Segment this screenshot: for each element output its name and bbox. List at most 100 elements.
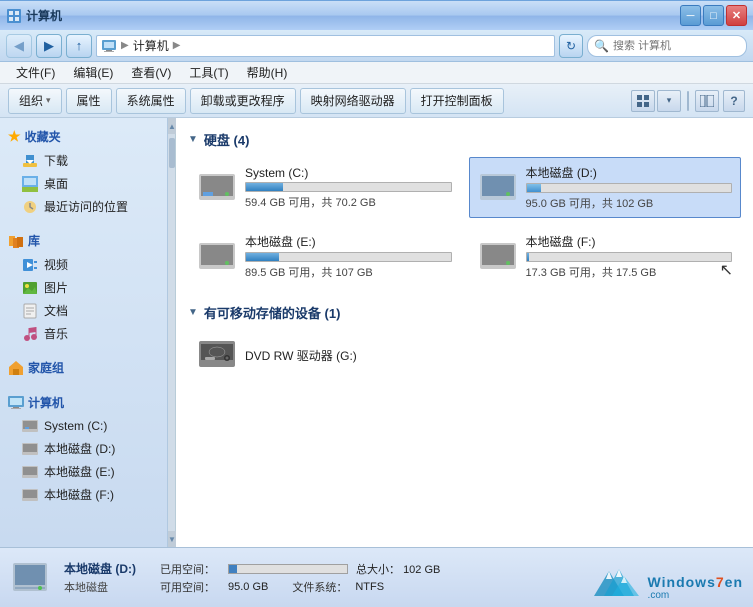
view-arrow-button[interactable]: ▾ xyxy=(657,90,681,112)
drive-c-sidebar-icon xyxy=(22,418,38,434)
window-icon xyxy=(6,8,22,24)
status-info: 本地磁盘 (D:) 本地磁盘 xyxy=(64,560,136,595)
back-icon: ◀ xyxy=(14,38,24,54)
drive-e-bar-container xyxy=(245,252,452,262)
up-icon: ↑ xyxy=(76,38,83,53)
sidebar-item-c[interactable]: System (C:) xyxy=(0,415,167,437)
scroll-thumb[interactable] xyxy=(169,138,175,168)
drive-e-size: 89.5 GB 可用，共 107 GB xyxy=(245,264,452,280)
menu-tools[interactable]: 工具(T) xyxy=(181,62,236,83)
drive-d-info: 本地磁盘 (D:) 95.0 GB 可用，共 102 GB xyxy=(526,164,733,211)
drive-f-size: 17.3 GB 可用，共 17.5 GB xyxy=(526,264,733,280)
uninstall-button[interactable]: 卸载或更改程序 xyxy=(190,88,296,114)
view-mode-button[interactable] xyxy=(631,90,655,112)
drives-collapse-arrow[interactable]: ▼ xyxy=(188,134,198,145)
drive-c-item[interactable]: System (C:) 59.4 GB 可用，共 70.2 GB xyxy=(188,157,461,218)
window-title: 计算机 xyxy=(26,7,62,24)
organize-button[interactable]: 组织 ▾ xyxy=(8,88,62,114)
computer-header[interactable]: 计算机 xyxy=(0,390,167,415)
removable-collapse-arrow[interactable]: ▼ xyxy=(188,307,198,318)
homegroup-header[interactable]: 家庭组 xyxy=(0,355,167,380)
drive-e-item[interactable]: 本地磁盘 (E:) 89.5 GB 可用，共 107 GB xyxy=(188,226,461,287)
drive-d-item[interactable]: 本地磁盘 (D:) 95.0 GB 可用，共 102 GB xyxy=(469,157,742,218)
status-free-value: 95.0 GB xyxy=(228,581,268,593)
status-bar-fill xyxy=(229,565,237,573)
help-button[interactable]: ? xyxy=(723,90,745,112)
status-free-row: 可用空间： 95.0 GB 文件系统： NTFS xyxy=(160,579,440,595)
drive-d-sidebar-icon xyxy=(22,441,38,457)
sidebar-item-picture[interactable]: 图片 xyxy=(0,276,167,299)
back-button[interactable]: ◀ xyxy=(6,34,32,58)
drive-f-bar xyxy=(527,253,529,261)
library-icon xyxy=(8,233,24,249)
status-used-row: 已用空间： 总大小： 102 GB xyxy=(160,561,440,577)
status-free-label: 可用空间： xyxy=(160,579,220,595)
forward-button[interactable]: ▶ xyxy=(36,34,62,58)
removable-header: ▼ 有可移动存储的设备 (1) xyxy=(188,303,741,322)
menu-help[interactable]: 帮助(H) xyxy=(239,62,296,83)
address-path[interactable]: ▶ 计算机 ▶ xyxy=(96,35,555,57)
dvd-drive-item[interactable]: DVD RW 驱动器 (G:) xyxy=(188,330,741,380)
dvd-drive-info: DVD RW 驱动器 (G:) xyxy=(245,347,732,364)
control-panel-button[interactable]: 打开控制面板 xyxy=(410,88,504,114)
computer-section: 计算机 System (C:) 本地磁盘 (D:) xyxy=(0,390,167,506)
drive-d-size: 95.0 GB 可用，共 102 GB xyxy=(526,195,733,211)
title-bar: 计算机 ─ □ ✕ xyxy=(0,0,753,30)
sidebar-item-doc[interactable]: 文档 xyxy=(0,299,167,322)
menu-view[interactable]: 查看(V) xyxy=(123,62,179,83)
forward-icon: ▶ xyxy=(44,38,54,54)
sidebar-item-download[interactable]: 下载 xyxy=(0,149,167,172)
sidebar-item-e[interactable]: 本地磁盘 (E:) xyxy=(0,460,167,483)
pane-button[interactable] xyxy=(695,90,719,112)
refresh-button[interactable]: ↻ xyxy=(559,34,583,58)
properties-button[interactable]: 属性 xyxy=(66,88,112,114)
sidebar-scroll[interactable]: ★ 收藏夹 下载 桌面 xyxy=(0,118,167,547)
download-icon xyxy=(22,153,38,169)
sidebar-item-f[interactable]: 本地磁盘 (F:) xyxy=(0,483,167,506)
video-icon xyxy=(22,257,38,273)
drives-grid: System (C:) 59.4 GB 可用，共 70.2 GB xyxy=(188,157,741,287)
sidebar-item-music[interactable]: 音乐 xyxy=(0,322,167,345)
drive-c-info: System (C:) 59.4 GB 可用，共 70.2 GB xyxy=(245,166,452,210)
favorites-header[interactable]: ★ 收藏夹 xyxy=(0,124,167,149)
sidebar-item-recent[interactable]: 最近访问的位置 xyxy=(0,195,167,218)
system-properties-button[interactable]: 系统属性 xyxy=(116,88,186,114)
win7-domain: .com xyxy=(648,590,670,601)
menu-edit[interactable]: 编辑(E) xyxy=(65,62,121,83)
status-drive-subname: 本地磁盘 xyxy=(64,579,136,595)
sidebar-scrollbar[interactable]: ▲ ▼ xyxy=(168,118,176,547)
sidebar-item-d[interactable]: 本地磁盘 (D:) xyxy=(0,437,167,460)
music-icon xyxy=(22,326,38,342)
status-drive-icon xyxy=(12,560,48,596)
drive-d-name: 本地磁盘 (D:) xyxy=(526,164,733,181)
title-controls: ─ □ ✕ xyxy=(680,5,747,26)
view-grid-icon xyxy=(637,95,649,107)
search-input[interactable] xyxy=(613,40,753,52)
hard-drives-header: ▼ 硬盘 (4) xyxy=(188,130,741,149)
map-drive-button[interactable]: 映射网络驱动器 xyxy=(300,88,406,114)
status-used-label: 已用空间： xyxy=(160,561,220,577)
organize-arrow: ▾ xyxy=(46,95,51,106)
menu-bar: 文件(F) 编辑(E) 查看(V) 工具(T) 帮助(H) xyxy=(0,62,753,84)
drive-f-item[interactable]: 本地磁盘 (F:) 17.3 GB 可用，共 17.5 GB xyxy=(469,226,742,287)
maximize-button[interactable]: □ xyxy=(703,5,724,26)
scroll-down-arrow[interactable]: ▼ xyxy=(168,531,176,547)
win7-brand: Windows7en xyxy=(648,574,743,590)
drive-c-name: System (C:) xyxy=(245,166,452,180)
separator-button xyxy=(687,91,689,111)
computer-sidebar-icon xyxy=(8,395,24,411)
win7-mountain-svg xyxy=(584,561,644,601)
drive-f-info: 本地磁盘 (F:) 17.3 GB 可用，共 17.5 GB xyxy=(526,233,733,280)
scroll-up-arrow[interactable]: ▲ xyxy=(168,118,176,134)
status-fs-value: NTFS xyxy=(355,581,384,593)
sidebar-item-video[interactable]: 视频 xyxy=(0,253,167,276)
search-box[interactable]: 🔍 xyxy=(587,35,747,57)
library-header[interactable]: 库 xyxy=(0,228,167,253)
close-button[interactable]: ✕ xyxy=(726,5,747,26)
picture-icon xyxy=(22,280,38,296)
minimize-button[interactable]: ─ xyxy=(680,5,701,26)
menu-file[interactable]: 文件(F) xyxy=(8,62,63,83)
status-fs-label: 文件系统： xyxy=(292,579,347,595)
sidebar-item-desktop[interactable]: 桌面 xyxy=(0,172,167,195)
up-button[interactable]: ↑ xyxy=(66,34,92,58)
